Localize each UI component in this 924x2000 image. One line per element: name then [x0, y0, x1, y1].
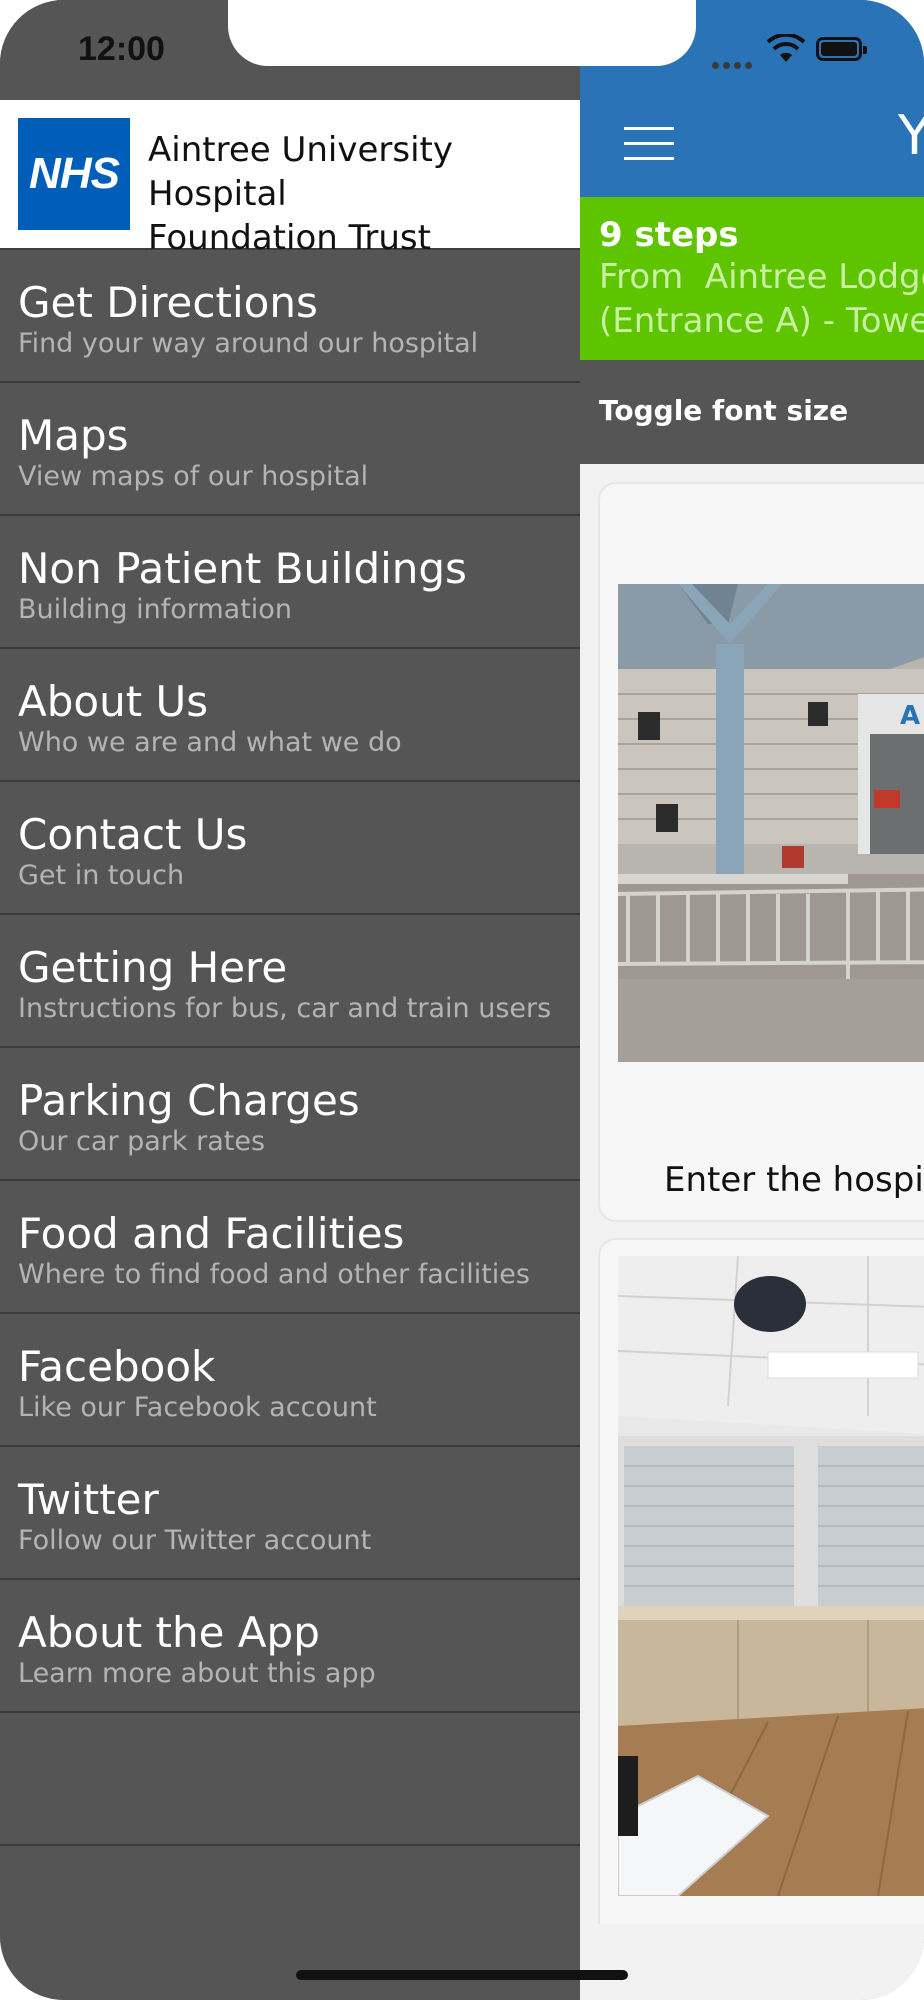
- toggle-font-size-label: Toggle font size: [599, 394, 849, 427]
- menu-item-subtitle: Find your way around our hospital: [18, 328, 479, 359]
- svg-text:A: A: [900, 701, 920, 731]
- menu-item-title: Getting Here: [18, 943, 288, 992]
- route-summary: 9 steps From Aintree Lodge (Entrance A) …: [580, 197, 924, 360]
- drawer-header: NHS Aintree University Hospital Foundati…: [0, 100, 580, 258]
- menu-item-subtitle: Get in touch: [18, 860, 185, 891]
- menu-item-subtitle: Like our Facebook account: [18, 1392, 377, 1423]
- menu-item-title: Contact Us: [18, 810, 248, 859]
- trust-name: Aintree University Hospital Foundation T…: [148, 128, 580, 260]
- menu-item-title: Facebook: [18, 1342, 216, 1391]
- menu-item-empty: [0, 1713, 580, 1846]
- step-card: A Enter the hospi: [598, 482, 924, 1222]
- drawer-menu: Get Directions Find your way around our …: [0, 250, 580, 1846]
- menu-item-subtitle: Instructions for bus, car and train user…: [18, 993, 552, 1024]
- menu-item-about-the-app[interactable]: About the App Learn more about this app: [0, 1580, 580, 1713]
- menu-item-title: Get Directions: [18, 278, 318, 327]
- step-photo: A: [618, 584, 924, 1062]
- menu-item-about-us[interactable]: About Us Who we are and what we do: [0, 649, 580, 782]
- route-line-2: (Entrance A) - Tower: [599, 301, 924, 341]
- wifi-icon: [766, 34, 806, 62]
- menu-item-contact-us[interactable]: Contact Us Get in touch: [0, 782, 580, 915]
- menu-item-title: Food and Facilities: [18, 1209, 405, 1258]
- steps-count: 9 steps: [599, 215, 739, 255]
- notch: [228, 0, 696, 66]
- menu-item-title: Twitter: [18, 1475, 159, 1524]
- menu-item-food-and-facilities[interactable]: Food and Facilities Where to find food a…: [0, 1181, 580, 1314]
- menu-item-subtitle: Who we are and what we do: [18, 727, 402, 758]
- route-description: From Aintree Lodge (Entrance A) - Tower: [599, 255, 924, 343]
- battery-icon: [816, 37, 867, 61]
- menu-item-maps[interactable]: Maps View maps of our hospital: [0, 383, 580, 516]
- menu-item-subtitle: Building information: [18, 594, 292, 625]
- menu-item-subtitle: Learn more about this app: [18, 1658, 376, 1689]
- menu-item-title: Non Patient Buildings: [18, 544, 467, 593]
- route-line-1: From Aintree Lodge: [599, 257, 924, 297]
- app-bar-title: Y: [898, 104, 924, 167]
- menu-item-title: Maps: [18, 411, 129, 460]
- menu-item-subtitle: Where to find food and other facilities: [18, 1259, 530, 1290]
- signal-icon: [712, 54, 756, 73]
- menu-item-subtitle: Our car park rates: [18, 1126, 266, 1157]
- menu-item-non-patient-buildings[interactable]: Non Patient Buildings Building informati…: [0, 516, 580, 649]
- nhs-logo: NHS: [18, 118, 130, 230]
- navigation-drawer: NHS Aintree University Hospital Foundati…: [0, 0, 580, 2000]
- bottom-area: [580, 1924, 924, 2000]
- menu-item-subtitle: Follow our Twitter account: [18, 1525, 372, 1556]
- nhs-logo-text: NHS: [29, 149, 120, 198]
- phone-screen: Y 9 steps From Aintree Lodge (Entrance A…: [0, 0, 924, 2000]
- home-indicator[interactable]: [296, 1970, 628, 1980]
- status-icons: [712, 34, 872, 69]
- trust-name-line-1: Aintree University Hospital: [148, 130, 453, 214]
- menu-item-facebook[interactable]: Facebook Like our Facebook account: [0, 1314, 580, 1447]
- menu-item-title: About the App: [18, 1608, 320, 1657]
- toggle-font-size-button[interactable]: Toggle font size: [580, 360, 924, 464]
- menu-item-title: About Us: [18, 677, 209, 726]
- menu-icon[interactable]: [624, 127, 674, 161]
- menu-item-get-directions[interactable]: Get Directions Find your way around our …: [0, 250, 580, 383]
- directions-screen: Y 9 steps From Aintree Lodge (Entrance A…: [580, 0, 924, 2000]
- status-time: 12:00: [78, 30, 165, 68]
- menu-item-subtitle: View maps of our hospital: [18, 461, 369, 492]
- menu-item-title: Parking Charges: [18, 1076, 360, 1125]
- menu-item-parking-charges[interactable]: Parking Charges Our car park rates: [0, 1048, 580, 1181]
- menu-item-twitter[interactable]: Twitter Follow our Twitter account: [0, 1447, 580, 1580]
- menu-item-getting-here[interactable]: Getting Here Instructions for bus, car a…: [0, 915, 580, 1048]
- step-photo: [618, 1256, 924, 1896]
- step-caption: Enter the hospita: [664, 1160, 924, 1200]
- step-card: [598, 1238, 924, 1942]
